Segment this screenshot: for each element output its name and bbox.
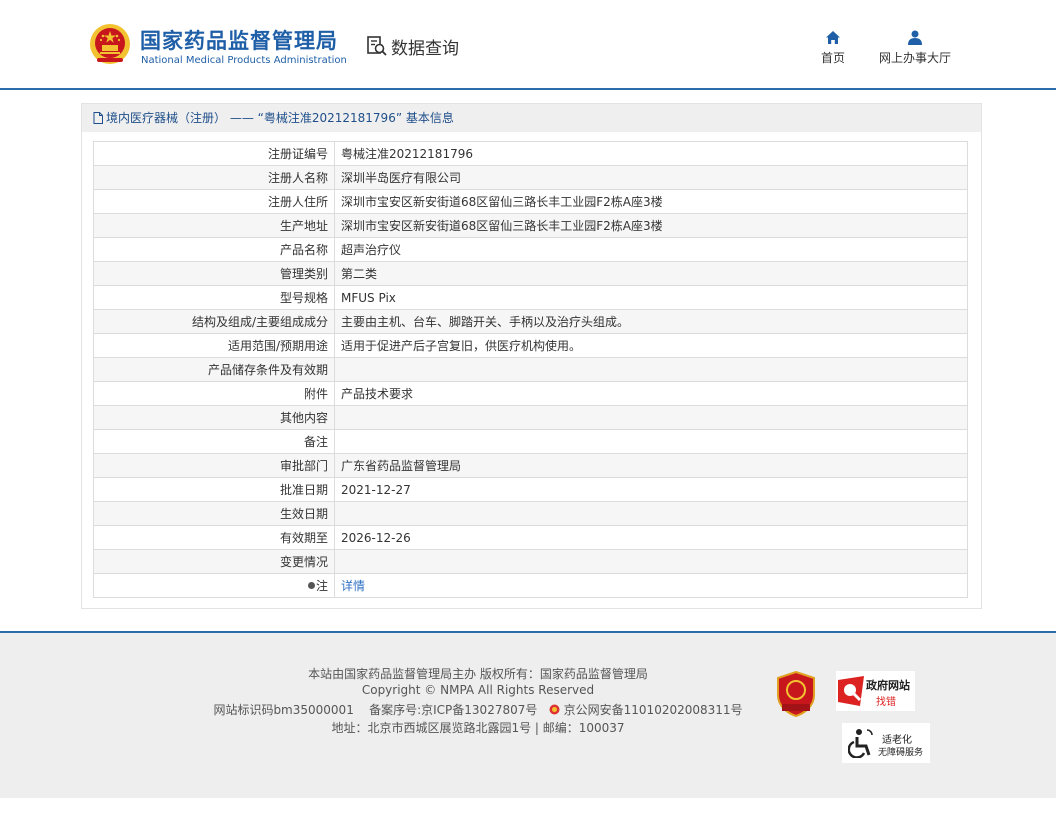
data-query-link[interactable]: 数据查询 <box>366 33 459 59</box>
site-title[interactable]: 国家药品监督管理局 <box>140 25 338 55</box>
gov-badge-subtitle: 找错 <box>876 697 896 708</box>
acc-badge-title: 适老化 <box>882 735 912 746</box>
row-label: 批准日期 <box>93 477 335 502</box>
table-row: 结构及组成/主要组成成分 主要由主机、台车、脚踏开关、手柄以及治疗头组成。 <box>93 309 968 334</box>
accessibility-service-badge[interactable]: 适老化 无障碍服务 <box>842 723 930 763</box>
row-label: 注册证编号 <box>93 141 335 166</box>
table-row: 产品储存条件及有效期 <box>93 357 968 382</box>
data-query-label: 数据查询 <box>391 38 459 59</box>
registration-info-table: 注册证编号 粤械注准20212181796 注册人名称 深圳半岛医疗有限公司 注册人… <box>93 141 968 598</box>
table-row: 审批部门 广东省药品监督管理局 <box>93 453 968 478</box>
row-label: 产品名称 <box>93 237 335 262</box>
table-row: 生产地址 深圳市宝安区新安街道68区留仙三路长丰工业园F2栋A座3楼 <box>93 213 968 238</box>
site-header: 国家药品监督管理局 National Medical Products Admi… <box>0 0 1056 88</box>
row-value <box>334 429 968 454</box>
site-id: 网站标识码bm35000001 <box>213 703 354 717</box>
nav-home-label: 首页 <box>820 51 845 65</box>
acc-badge-subtitle: 无障碍服务 <box>878 748 924 758</box>
site-footer: 本站由国家药品监督管理局主办 版权所有：国家药品监督管理局 Copyright … <box>0 633 1056 798</box>
row-label: 产品储存条件及有效期 <box>93 357 335 382</box>
nav-hall-label: 网上办事大厅 <box>878 51 951 65</box>
table-row: 注册人名称 深圳半岛医疗有限公司 <box>93 165 968 190</box>
row-label: 型号规格 <box>93 285 335 310</box>
detail-panel: 境内医疗器械（注册） —— “粤械注准20212181796” 基本信息 注册证… <box>81 103 982 609</box>
table-row: 型号规格 MFUS Pix <box>93 285 968 310</box>
details-link[interactable]: 详情 <box>341 579 365 593</box>
breadcrumb: 境内医疗器械（注册） —— “粤械注准20212181796” 基本信息 <box>106 111 454 125</box>
row-label: 结构及组成/主要组成成分 <box>93 309 335 334</box>
magnifier-icon <box>838 676 864 706</box>
icp-link[interactable]: 备案序号:京ICP备13027807号 <box>369 703 537 717</box>
table-row-note: 注 详情 <box>93 573 968 598</box>
table-row: 其他内容 <box>93 405 968 430</box>
table-row: 附件 产品技术要求 <box>93 381 968 406</box>
row-label: 管理类别 <box>93 261 335 286</box>
table-row: 产品名称 超声治疗仪 <box>93 237 968 262</box>
row-label: 审批部门 <box>93 453 335 478</box>
public-security-link[interactable]: 京公网安备11010202008311号 <box>564 703 743 717</box>
row-value: 2021-12-27 <box>334 477 968 502</box>
gov-badge-title: 政府网站 <box>866 679 910 692</box>
accessibility-icon <box>848 729 873 758</box>
police-badge-icon <box>549 704 560 715</box>
row-label: 有效期至 <box>93 525 335 550</box>
row-label: 备注 <box>93 429 335 454</box>
home-icon <box>826 31 840 44</box>
table-row: 生效日期 <box>93 501 968 526</box>
header-divider <box>0 88 1056 90</box>
row-value: 超声治疗仪 <box>334 237 968 262</box>
table-row: 适用范围/预期用途 适用于促进产后子宫复旧，供医疗机构使用。 <box>93 333 968 358</box>
user-icon <box>908 30 922 45</box>
nav-home[interactable]: 首页 <box>816 30 850 66</box>
table-row: 批准日期 2021-12-27 <box>93 477 968 502</box>
row-value: 粤械注准20212181796 <box>334 141 968 166</box>
table-row: 注册人住所 深圳市宝安区新安街道68区留仙三路长丰工业园F2栋A座3楼 <box>93 189 968 214</box>
row-value: 产品技术要求 <box>334 381 968 406</box>
pin-icon <box>307 582 315 589</box>
national-emblem-icon <box>90 24 130 64</box>
row-value <box>334 357 968 382</box>
table-row: 有效期至 2026-12-26 <box>93 525 968 550</box>
row-label: 注册人住所 <box>93 189 335 214</box>
row-value: 深圳市宝安区新安街道68区留仙三路长丰工业园F2栋A座3楼 <box>334 213 968 238</box>
document-search-icon <box>367 36 387 56</box>
row-label: 变更情况 <box>93 549 335 574</box>
row-label: 生产地址 <box>93 213 335 238</box>
table-row: 管理类别 第二类 <box>93 261 968 286</box>
row-value: 适用于促进产后子宫复旧，供医疗机构使用。 <box>334 333 968 358</box>
table-row: 备注 <box>93 429 968 454</box>
row-label: 注册人名称 <box>93 165 335 190</box>
gov-site-report-badge[interactable]: 政府网站 找错 <box>836 671 915 711</box>
row-label: 适用范围/预期用途 <box>93 333 335 358</box>
row-label: 注 <box>93 573 335 598</box>
page-bottom <box>0 798 1056 840</box>
row-value: 详情 <box>334 573 968 598</box>
panel-header: 境内医疗器械（注册） —— “粤械注准20212181796” 基本信息 <box>82 104 981 132</box>
row-label: 其他内容 <box>93 405 335 430</box>
row-value: 2026-12-26 <box>334 525 968 550</box>
row-value: 深圳半岛医疗有限公司 <box>334 165 968 190</box>
row-value <box>334 501 968 526</box>
nav-online-service-hall[interactable]: 网上办事大厅 <box>874 30 956 66</box>
party-gov-badge[interactable] <box>776 670 816 718</box>
row-value: 广东省药品监督管理局 <box>334 453 968 478</box>
note-label: 注 <box>315 579 328 593</box>
row-value: 深圳市宝安区新安街道68区留仙三路长丰工业园F2栋A座3楼 <box>334 189 968 214</box>
row-value: MFUS Pix <box>334 285 968 310</box>
row-value: 第二类 <box>334 261 968 286</box>
document-icon <box>93 112 103 124</box>
shield-icon <box>777 670 815 718</box>
row-value: 主要由主机、台车、脚踏开关、手柄以及治疗头组成。 <box>334 309 968 334</box>
table-row: 变更情况 <box>93 549 968 574</box>
row-label: 生效日期 <box>93 501 335 526</box>
site-subtitle[interactable]: National Medical Products Administration <box>141 55 347 66</box>
row-value <box>334 549 968 574</box>
row-value <box>334 405 968 430</box>
row-label: 附件 <box>93 381 335 406</box>
table-row: 注册证编号 粤械注准20212181796 <box>93 141 968 166</box>
